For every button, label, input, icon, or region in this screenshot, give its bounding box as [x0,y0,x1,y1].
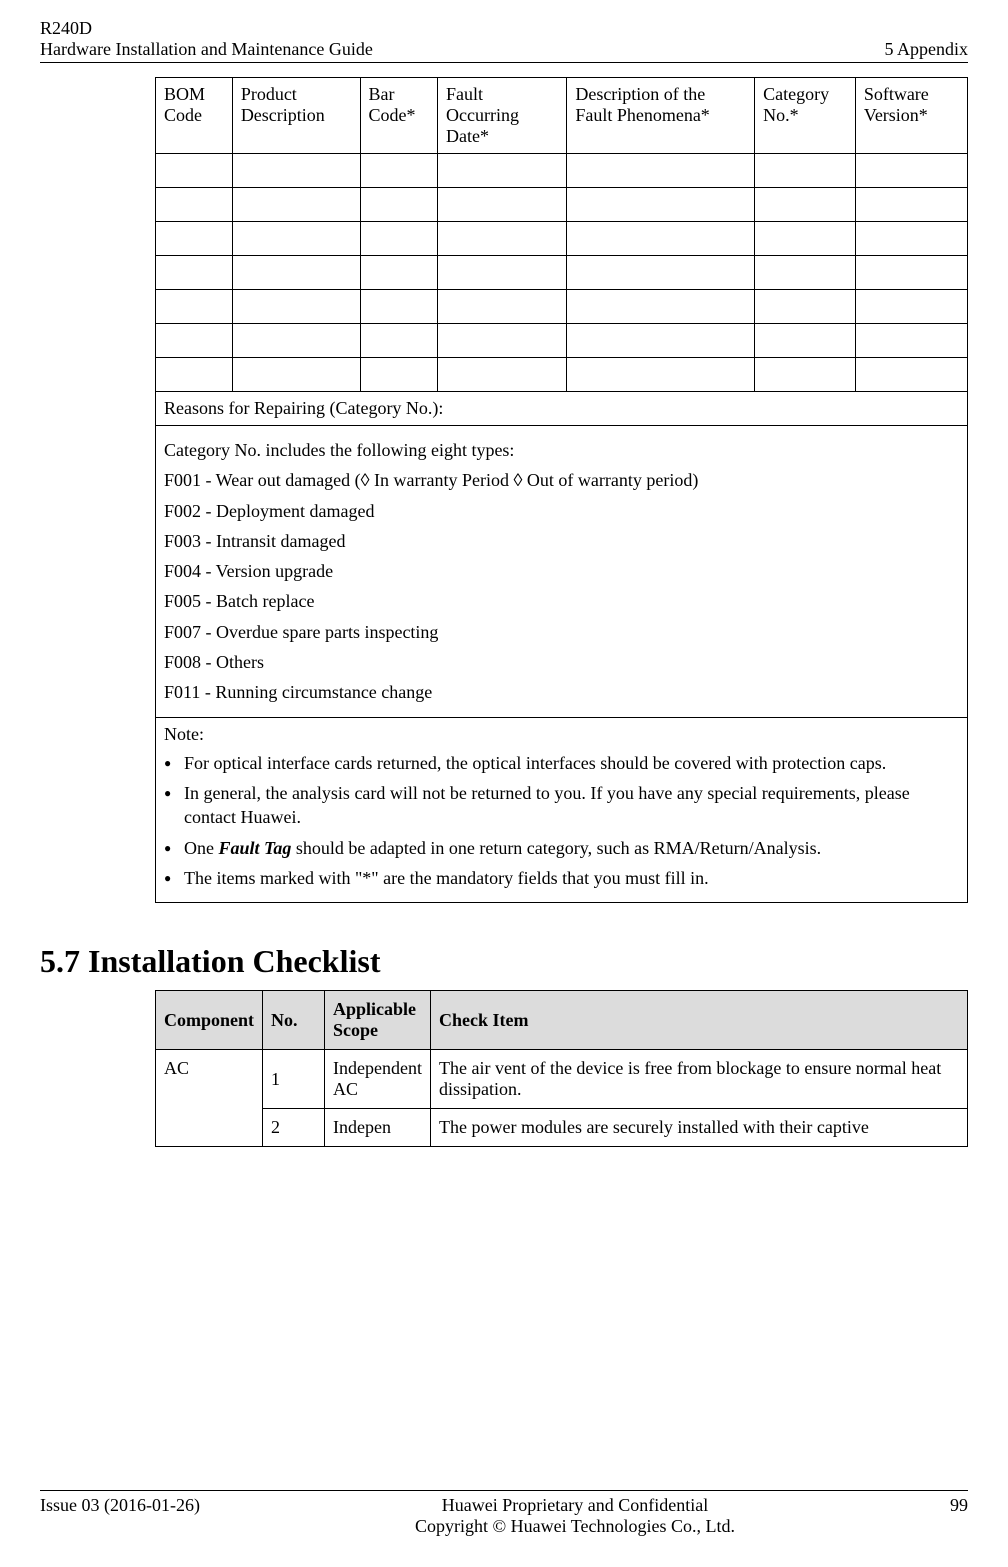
col-barcode: Bar Code* [360,78,437,154]
check-row: 2 Indepen The power modules are securely… [156,1109,968,1147]
note-item: The items marked with "*" are the mandat… [164,866,959,890]
cell-no: 1 [263,1050,325,1109]
cat-f011: F011 - Running circumstance change [164,680,959,704]
table-row [156,324,968,358]
cat-f004: F004 - Version upgrade [164,559,959,583]
checkhdr-component: Component [156,991,263,1050]
page-header: R240D Hardware Installation and Maintena… [40,18,968,63]
cat-f008: F008 - Others [164,650,959,674]
footer-copyright: Copyright © Huawei Technologies Co., Ltd… [415,1516,735,1537]
doc-code: R240D [40,18,373,39]
cell-item: The air vent of the device is free from … [430,1050,967,1109]
footer-page: 99 [950,1495,968,1516]
checkhdr-scope: Applicable Scope [325,991,431,1050]
check-header-row: Component No. Applicable Scope Check Ite… [156,991,968,1050]
categories-row: Category No. includes the following eigh… [156,426,968,718]
check-row: AC 1 Independent AC The air vent of the … [156,1050,968,1109]
table-row [156,256,968,290]
reasons-heading-row: Reasons for Repairing (Category No.): [156,392,968,426]
note-label: Note: [164,724,959,745]
note-item: For optical interface cards returned, th… [164,751,959,775]
check-table: Component No. Applicable Scope Check Ite… [155,990,968,1147]
col-fault-date: Fault Occurring Date* [438,78,567,154]
table-row [156,188,968,222]
col-category: Category No.* [755,78,856,154]
section-title: 5.7 Installation Checklist [40,943,968,980]
col-fault-desc: Description of the Fault Phenomena* [567,78,755,154]
cat-f005: F005 - Batch replace [164,589,959,613]
footer-issue: Issue 03 (2016-01-26) [40,1495,200,1516]
categories-intro: Category No. includes the following eigh… [164,438,959,462]
cat-f002: F002 - Deployment damaged [164,499,959,523]
checkhdr-no: No. [263,991,325,1050]
cell-component: AC [156,1050,263,1147]
table-row [156,222,968,256]
col-product: Product Description [232,78,360,154]
note-item: One Fault Tag should be adapted in one r… [164,836,959,860]
cat-f003: F003 - Intransit damaged [164,529,959,553]
checkhdr-item: Check Item [430,991,967,1050]
doc-title: Hardware Installation and Maintenance Gu… [40,39,373,60]
notes-row: Note: For optical interface cards return… [156,717,968,902]
cell-scope: Indepen [325,1109,431,1147]
col-bom: BOM Code [156,78,233,154]
cat-f001: F001 - Wear out damaged (◊ In warranty P… [164,468,959,492]
note-item: In general, the analysis card will not b… [164,781,959,830]
col-software: Software Version* [855,78,967,154]
table-row [156,290,968,324]
cell-no: 2 [263,1109,325,1147]
table-row [156,358,968,392]
fault-table-header-row: BOM Code Product Description Bar Code* F… [156,78,968,154]
cell-scope: Independent AC [325,1050,431,1109]
page-footer: Issue 03 (2016-01-26) Huawei Proprietary… [40,1490,968,1537]
table-row [156,154,968,188]
reasons-heading: Reasons for Repairing (Category No.): [156,392,968,426]
footer-conf: Huawei Proprietary and Confidential [415,1495,735,1516]
cell-item: The power modules are securely installed… [430,1109,967,1147]
fault-table: BOM Code Product Description Bar Code* F… [155,77,968,903]
chapter-label: 5 Appendix [885,39,969,60]
cat-f007: F007 - Overdue spare parts inspecting [164,620,959,644]
